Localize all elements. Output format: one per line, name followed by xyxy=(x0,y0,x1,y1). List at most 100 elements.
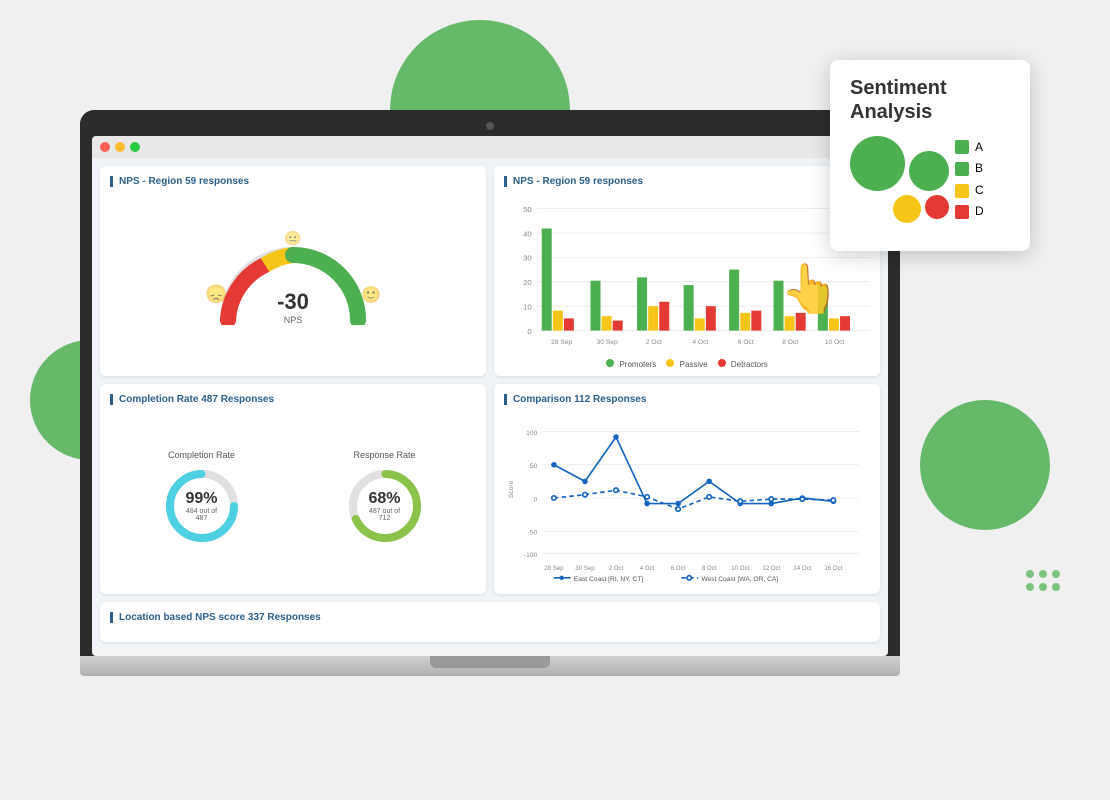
svg-text:28 Sep: 28 Sep xyxy=(544,565,564,572)
svg-text:2 Oct: 2 Oct xyxy=(609,565,624,572)
completion-title: Completion Rate 487 Responses xyxy=(110,394,476,405)
legend-passive: Passive xyxy=(666,359,707,369)
dot-1 xyxy=(1026,570,1034,578)
emoji-happy: 🙂 xyxy=(361,285,381,305)
completion-pct: 99% xyxy=(182,490,222,508)
legend-row-c: C xyxy=(955,180,984,202)
svg-text:12 Oct: 12 Oct xyxy=(762,565,780,572)
sentiment-title: SentimentAnalysis xyxy=(850,76,1010,124)
legend-row-b: B xyxy=(955,158,984,180)
svg-text:40: 40 xyxy=(523,229,532,238)
svg-text:-50: -50 xyxy=(528,530,538,537)
screen-content: NPS - Region 59 responses 😞 😐 🙂 xyxy=(92,158,888,650)
svg-text:14 Oct: 14 Oct xyxy=(793,565,811,572)
svg-text:10 Oct: 10 Oct xyxy=(825,339,845,346)
svg-text:4 Oct: 4 Oct xyxy=(640,565,655,572)
legend-sq-a xyxy=(955,140,969,154)
nps-gauge-title: NPS - Region 59 responses xyxy=(110,176,476,187)
svg-text:0: 0 xyxy=(527,327,531,336)
gauge-value: -30 NPS xyxy=(277,289,309,325)
svg-text:East Coast [RI, NY, CT]: East Coast [RI, NY, CT] xyxy=(574,576,643,583)
laptop-frame: NPS - Region 59 responses 😞 😐 🙂 xyxy=(80,110,900,676)
donut-response: Response Rate 68% 487 out of 712 xyxy=(345,450,425,546)
dot-6 xyxy=(1052,583,1060,591)
tl-green[interactable] xyxy=(130,142,140,152)
svg-text:16 Oct: 16 Oct xyxy=(824,565,842,572)
panel-completion: Completion Rate 487 Responses Completion… xyxy=(100,384,486,594)
bubble-yellow xyxy=(893,195,921,223)
bar-chart-legend: Promoters Passive Detractors xyxy=(504,359,870,369)
svg-text:28 Sep: 28 Sep xyxy=(551,339,572,346)
svg-text:4 Oct: 4 Oct xyxy=(692,339,708,346)
svg-text:30: 30 xyxy=(523,254,532,263)
svg-text:20: 20 xyxy=(523,278,532,287)
laptop-base xyxy=(80,656,900,676)
panel-nps-gauge: NPS - Region 59 responses 😞 😐 🙂 xyxy=(100,166,486,376)
sentiment-card: SentimentAnalysis A B C xyxy=(830,60,1030,251)
svg-text:Score: Score xyxy=(508,480,515,498)
legend-detractors: Detractors xyxy=(718,359,768,369)
promoters-dot xyxy=(606,359,614,367)
legend-row-a: A xyxy=(955,137,984,159)
detractors-dot xyxy=(718,359,726,367)
svg-text:2 Oct: 2 Oct xyxy=(646,339,662,346)
svg-text:0: 0 xyxy=(534,496,538,503)
dot-4 xyxy=(1026,583,1034,591)
svg-text:West Coast [WA, OR, CA]: West Coast [WA, OR, CA] xyxy=(701,576,778,583)
nps-bar-title: NPS - Region 59 responses xyxy=(504,176,870,187)
tl-yellow[interactable] xyxy=(115,142,125,152)
response-center: 68% 487 out of 712 xyxy=(365,490,405,522)
traffic-lights xyxy=(92,136,888,158)
sentiment-bubbles: A B C D xyxy=(850,136,1010,223)
laptop-notch xyxy=(430,656,550,668)
response-pct: 68% xyxy=(365,490,405,508)
legend-row-d: D xyxy=(955,201,984,223)
completion-center: 99% 484 out of 487 xyxy=(182,490,222,522)
bg-circle-right xyxy=(920,400,1050,530)
legend-sq-b xyxy=(955,162,969,176)
completion-label: Completion Rate xyxy=(168,450,235,460)
comparison-title: Comparison 112 Responses xyxy=(504,394,870,405)
dots-grid xyxy=(1026,570,1060,591)
gauge-number: -30 xyxy=(277,289,309,315)
donut-completion: Completion Rate 99% 484 out of 487 xyxy=(162,450,242,546)
donut-row: Completion Rate 99% 484 out of 487 xyxy=(110,413,476,583)
sentiment-legend: A B C D xyxy=(955,137,984,223)
svg-text:100: 100 xyxy=(526,430,537,437)
completion-donut-wrap: 99% 484 out of 487 xyxy=(162,466,242,546)
completion-sub: 484 out of 487 xyxy=(182,508,222,522)
svg-text:10 Oct: 10 Oct xyxy=(731,565,749,572)
bubble-green-large xyxy=(850,136,905,191)
svg-text:30 Sep: 30 Sep xyxy=(597,339,618,346)
laptop-screen: NPS - Region 59 responses 😞 😐 🙂 xyxy=(92,136,888,656)
svg-text:-100: -100 xyxy=(524,552,538,559)
camera xyxy=(486,122,494,130)
svg-text:8 Oct: 8 Oct xyxy=(782,339,798,346)
tl-red[interactable] xyxy=(100,142,110,152)
location-title: Location based NPS score 337 Responses xyxy=(110,612,870,623)
svg-text:50: 50 xyxy=(523,205,532,214)
legend-sq-c xyxy=(955,184,969,198)
passive-dot xyxy=(666,359,674,367)
svg-text:30 Sep: 30 Sep xyxy=(575,565,595,572)
nps-gauge-container: 😞 😐 🙂 xyxy=(110,195,476,365)
screen-frame: NPS - Region 59 responses 😞 😐 🙂 xyxy=(80,110,900,656)
legend-sq-d xyxy=(955,205,969,219)
svg-text:6 Oct: 6 Oct xyxy=(738,339,754,346)
panel-comparison: Comparison 112 Responses 100 50 xyxy=(494,384,880,594)
hand-cursor-icon: 👆 xyxy=(780,260,840,317)
svg-text:10: 10 xyxy=(523,303,532,312)
line-chart-area: 100 50 0 -50 -100 Score 28 Sep 30 Sep 2 … xyxy=(504,413,870,583)
response-sub: 487 out of 712 xyxy=(365,508,405,522)
dot-5 xyxy=(1039,583,1047,591)
gauge-label: NPS xyxy=(277,315,309,325)
bubble-red xyxy=(925,195,949,219)
dot-2 xyxy=(1039,570,1047,578)
response-label: Response Rate xyxy=(353,450,415,460)
bubble-green-medium xyxy=(909,151,949,191)
svg-text:50: 50 xyxy=(530,463,538,470)
dot-3 xyxy=(1052,570,1060,578)
comparison-svg: 100 50 0 -50 -100 Score 28 Sep 30 Sep 2 … xyxy=(504,413,870,583)
legend-promoters: Promoters xyxy=(606,359,656,369)
response-donut-wrap: 68% 487 out of 712 xyxy=(345,466,425,546)
